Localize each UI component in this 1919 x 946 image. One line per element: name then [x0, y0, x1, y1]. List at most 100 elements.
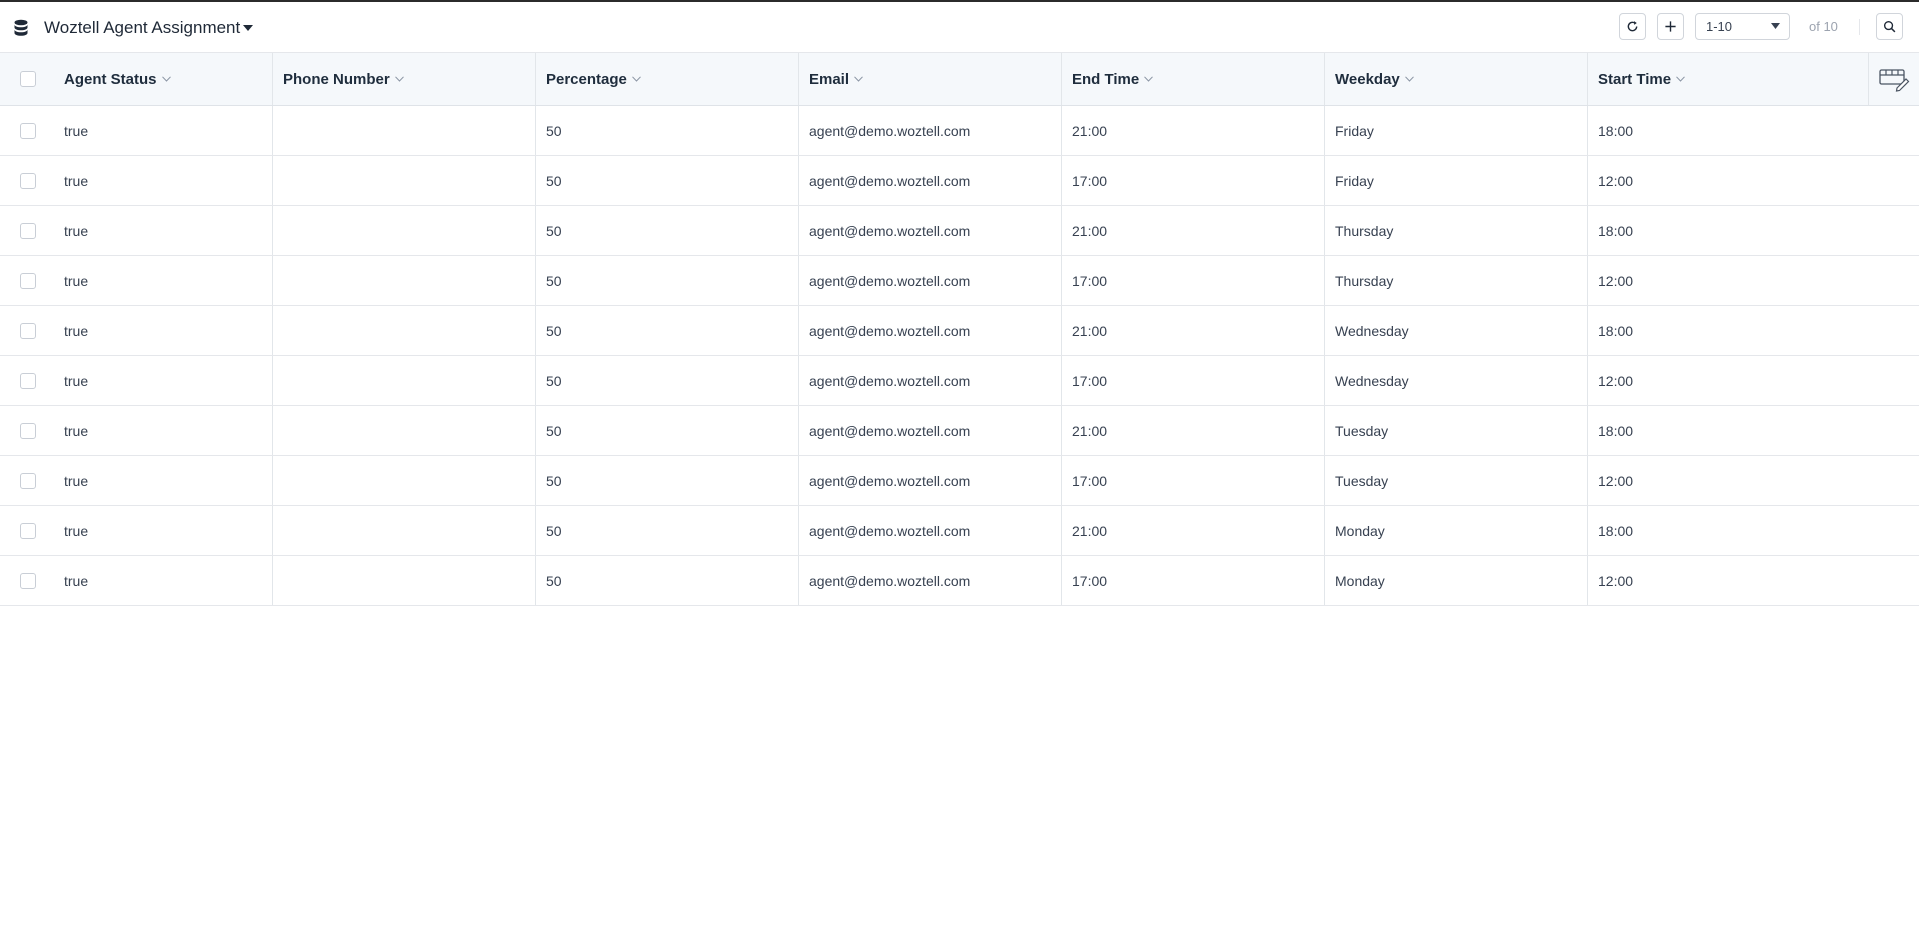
row-checkbox[interactable]	[19, 322, 36, 339]
table-row[interactable]: true 50 agent@demo.woztell.com 21:00 Thursda…	[0, 206, 1919, 256]
column-header-phone-number[interactable]: Phone Number	[272, 53, 535, 105]
column-header-weekday[interactable]: Weekday	[1324, 53, 1587, 105]
email-cell[interactable]: agent@demo.woztell.com	[798, 556, 1061, 605]
agent-status-cell[interactable]: true	[55, 256, 272, 305]
email-cell[interactable]: agent@demo.woztell.com	[798, 206, 1061, 255]
row-checkbox[interactable]	[19, 172, 36, 189]
email-cell[interactable]: agent@demo.woztell.com	[798, 106, 1061, 155]
end-time-cell[interactable]: 21:00	[1061, 306, 1324, 355]
table-row[interactable]: true 50 agent@demo.woztell.com 17:00 Friday 1…	[0, 156, 1919, 206]
end-time-cell[interactable]: 21:00	[1061, 106, 1324, 155]
end-time-cell[interactable]: 17:00	[1061, 156, 1324, 205]
row-checkbox[interactable]	[19, 272, 36, 289]
phone-number-cell[interactable]	[272, 406, 535, 455]
percentage-cell[interactable]: 50	[535, 256, 798, 305]
edit-columns-button[interactable]	[1868, 53, 1919, 105]
table-row[interactable]: true 50 agent@demo.woztell.com 21:00 Monday 1…	[0, 506, 1919, 556]
email-cell[interactable]: agent@demo.woztell.com	[798, 456, 1061, 505]
table-row[interactable]: true 50 agent@demo.woztell.com 21:00 Wednesd…	[0, 306, 1919, 356]
weekday-cell[interactable]: Thursday	[1324, 256, 1587, 305]
start-time-cell[interactable]: 12:00	[1587, 556, 1868, 605]
start-time-cell[interactable]: 12:00	[1587, 456, 1868, 505]
email-cell[interactable]: agent@demo.woztell.com	[798, 306, 1061, 355]
weekday-cell[interactable]: Friday	[1324, 106, 1587, 155]
start-time-cell[interactable]: 12:00	[1587, 256, 1868, 305]
table-row[interactable]: true 50 agent@demo.woztell.com 21:00 Tuesday…	[0, 406, 1919, 456]
agent-status-cell[interactable]: true	[55, 456, 272, 505]
phone-number-cell[interactable]	[272, 206, 535, 255]
start-time-cell[interactable]: 12:00	[1587, 156, 1868, 205]
column-header-email[interactable]: Email	[798, 53, 1061, 105]
search-button[interactable]	[1876, 13, 1903, 40]
percentage-cell[interactable]: 50	[535, 156, 798, 205]
percentage-cell[interactable]: 50	[535, 556, 798, 605]
percentage-cell[interactable]: 50	[535, 306, 798, 355]
percentage-cell[interactable]: 50	[535, 406, 798, 455]
agent-status-cell[interactable]: true	[55, 206, 272, 255]
caret-down-icon[interactable]	[240, 20, 256, 36]
email-cell[interactable]: agent@demo.woztell.com	[798, 256, 1061, 305]
phone-number-cell[interactable]	[272, 106, 535, 155]
phone-number-cell[interactable]	[272, 256, 535, 305]
weekday-cell[interactable]: Monday	[1324, 506, 1587, 555]
email-cell[interactable]: agent@demo.woztell.com	[798, 356, 1061, 405]
row-checkbox[interactable]	[19, 422, 36, 439]
row-checkbox[interactable]	[19, 472, 36, 489]
page-title[interactable]: Woztell Agent Assignment	[44, 18, 240, 38]
row-checkbox[interactable]	[19, 222, 36, 239]
add-record-button[interactable]	[1657, 13, 1684, 40]
agent-status-cell[interactable]: true	[55, 156, 272, 205]
agent-status-cell[interactable]: true	[55, 406, 272, 455]
column-header-agent-status[interactable]: Agent Status	[55, 53, 272, 105]
table-row[interactable]: true 50 agent@demo.woztell.com 17:00 Wednesd…	[0, 356, 1919, 406]
table-row[interactable]: true 50 agent@demo.woztell.com 17:00 Tuesday…	[0, 456, 1919, 506]
weekday-cell[interactable]: Thursday	[1324, 206, 1587, 255]
percentage-cell[interactable]: 50	[535, 356, 798, 405]
agent-status-cell[interactable]: true	[55, 356, 272, 405]
weekday-cell[interactable]: Tuesday	[1324, 456, 1587, 505]
start-time-cell[interactable]: 12:00	[1587, 356, 1868, 405]
table-row[interactable]: true 50 agent@demo.woztell.com 21:00 Friday 1…	[0, 106, 1919, 156]
end-time-cell[interactable]: 17:00	[1061, 356, 1324, 405]
phone-number-cell[interactable]	[272, 156, 535, 205]
weekday-cell[interactable]: Tuesday	[1324, 406, 1587, 455]
agent-status-cell[interactable]: true	[55, 506, 272, 555]
row-checkbox[interactable]	[19, 522, 36, 539]
weekday-cell[interactable]: Monday	[1324, 556, 1587, 605]
start-time-cell[interactable]: 18:00	[1587, 306, 1868, 355]
end-time-cell[interactable]: 21:00	[1061, 506, 1324, 555]
agent-status-cell[interactable]: true	[55, 556, 272, 605]
percentage-cell[interactable]: 50	[535, 106, 798, 155]
end-time-cell[interactable]: 21:00	[1061, 406, 1324, 455]
end-time-cell[interactable]: 17:00	[1061, 556, 1324, 605]
start-time-cell[interactable]: 18:00	[1587, 506, 1868, 555]
select-all-checkbox[interactable]	[19, 71, 36, 87]
row-checkbox[interactable]	[19, 372, 36, 389]
table-row[interactable]: true 50 agent@demo.woztell.com 17:00 Thursda…	[0, 256, 1919, 306]
refresh-button[interactable]	[1619, 13, 1646, 40]
email-cell[interactable]: agent@demo.woztell.com	[798, 406, 1061, 455]
phone-number-cell[interactable]	[272, 506, 535, 555]
agent-status-cell[interactable]: true	[55, 106, 272, 155]
end-time-cell[interactable]: 17:00	[1061, 456, 1324, 505]
phone-number-cell[interactable]	[272, 456, 535, 505]
weekday-cell[interactable]: Friday	[1324, 156, 1587, 205]
row-checkbox[interactable]	[19, 122, 36, 139]
column-header-percentage[interactable]: Percentage	[535, 53, 798, 105]
percentage-cell[interactable]: 50	[535, 456, 798, 505]
phone-number-cell[interactable]	[272, 306, 535, 355]
email-cell[interactable]: agent@demo.woztell.com	[798, 156, 1061, 205]
email-cell[interactable]: agent@demo.woztell.com	[798, 506, 1061, 555]
page-range-select[interactable]: 1-10	[1695, 13, 1790, 40]
column-header-start-time[interactable]: Start Time	[1587, 53, 1868, 105]
start-time-cell[interactable]: 18:00	[1587, 206, 1868, 255]
weekday-cell[interactable]: Wednesday	[1324, 306, 1587, 355]
percentage-cell[interactable]: 50	[535, 206, 798, 255]
phone-number-cell[interactable]	[272, 356, 535, 405]
end-time-cell[interactable]: 17:00	[1061, 256, 1324, 305]
percentage-cell[interactable]: 50	[535, 506, 798, 555]
start-time-cell[interactable]: 18:00	[1587, 106, 1868, 155]
table-row[interactable]: true 50 agent@demo.woztell.com 17:00 Monday 1…	[0, 556, 1919, 606]
column-header-end-time[interactable]: End Time	[1061, 53, 1324, 105]
row-checkbox[interactable]	[19, 572, 36, 589]
